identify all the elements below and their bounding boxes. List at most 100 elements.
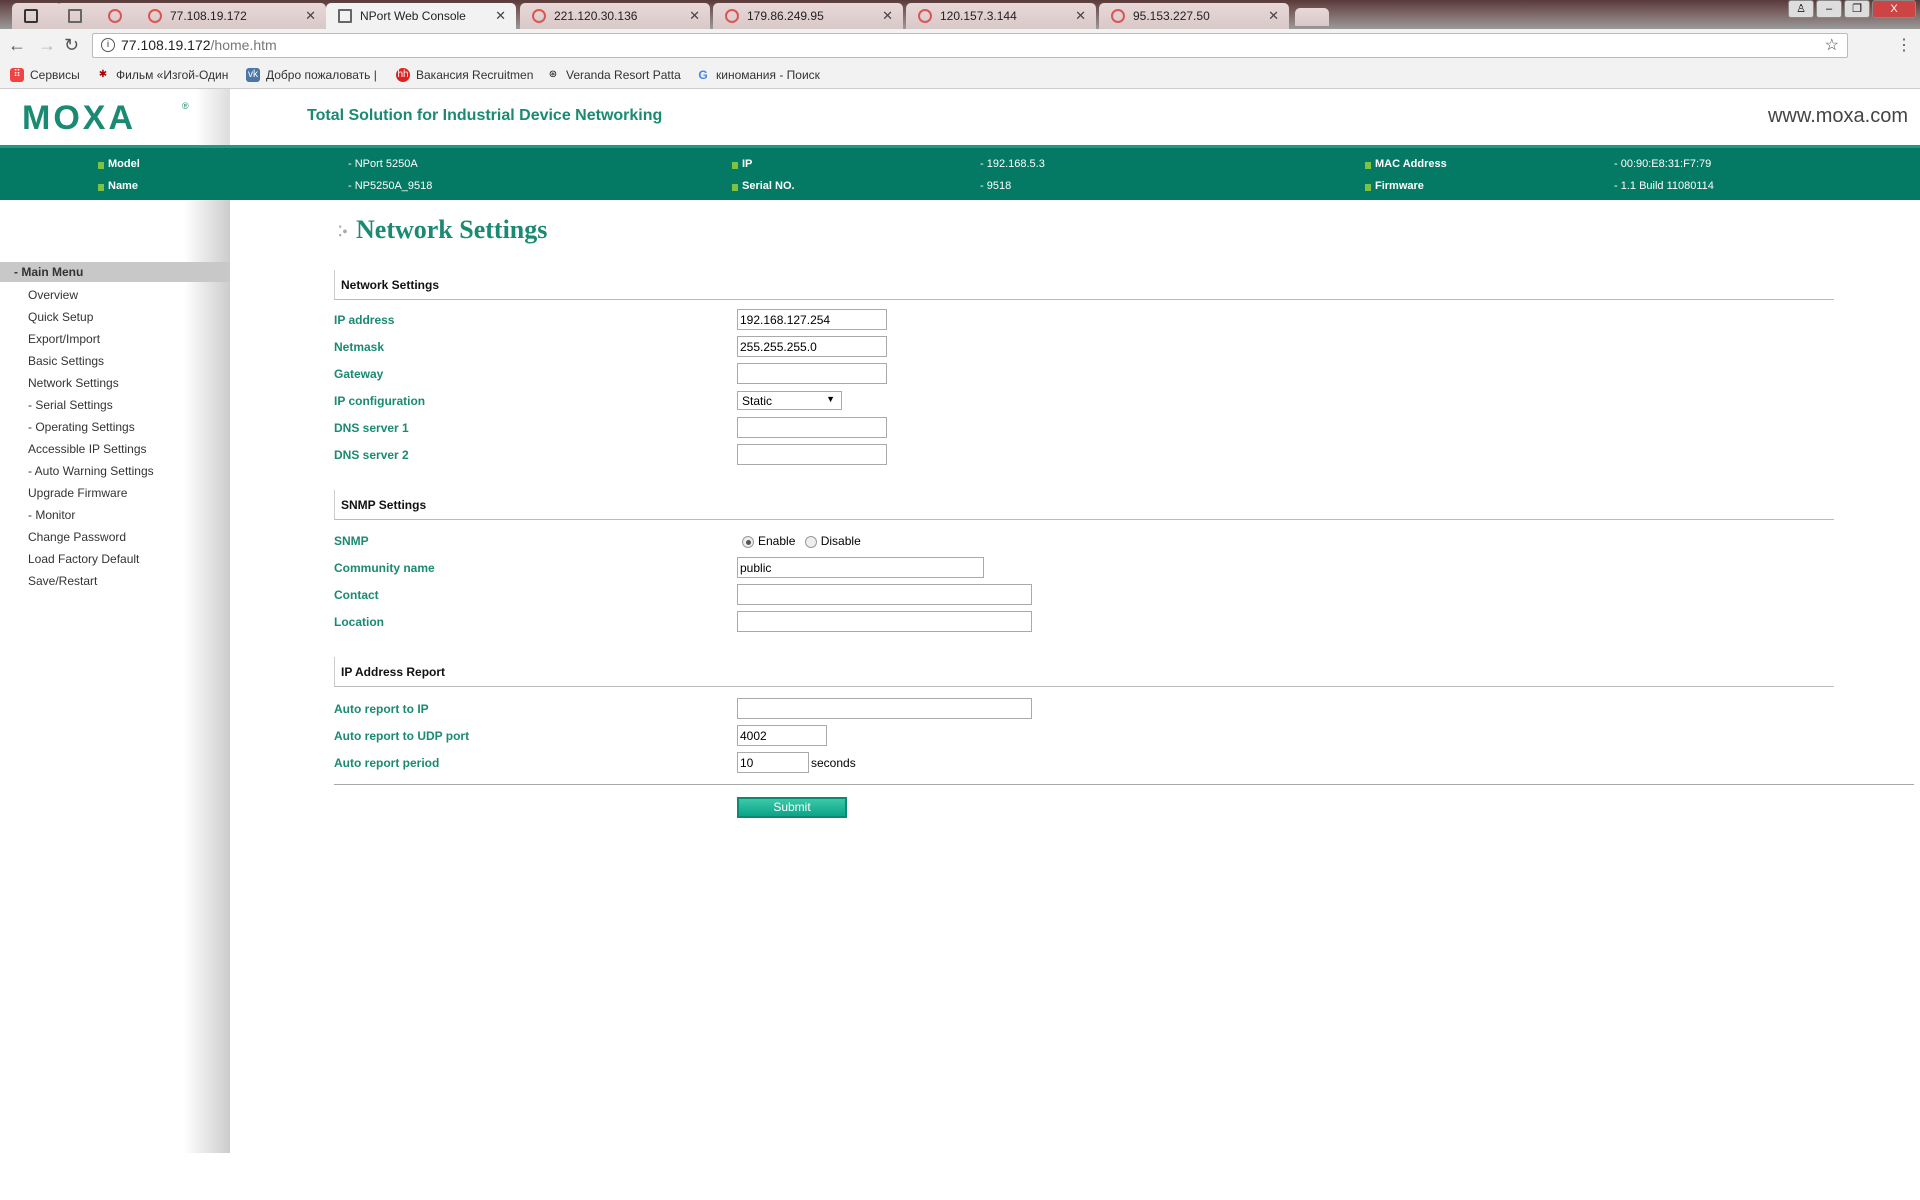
new-tab-button[interactable]: [1295, 8, 1329, 26]
community-name-label: Community name: [334, 561, 435, 575]
auto-report-period-input[interactable]: [737, 752, 809, 773]
model-value: - NPort 5250A: [348, 158, 418, 170]
bookmark-star-icon[interactable]: ☆: [1825, 35, 1839, 55]
contact-input[interactable]: [737, 584, 1032, 605]
tab[interactable]: 77.108.19.172 ✕: [136, 3, 326, 29]
sidebar-item[interactable]: - Auto Warning Settings: [28, 464, 154, 478]
bookmark[interactable]: ✱ Фильм «Изгой-Один: [96, 68, 229, 82]
sidebar-item[interactable]: Change Password: [28, 530, 126, 544]
tab[interactable]: 179.86.249.95 ✕: [713, 3, 903, 29]
close-tab-icon[interactable]: ✕: [1075, 8, 1086, 24]
device-info-band: Model - NPort 5250A Name - NP5250A_9518 …: [0, 145, 1920, 200]
sidebar-item[interactable]: - Operating Settings: [28, 420, 135, 434]
firmware-label: Firmware: [1365, 180, 1424, 192]
site-icon: [725, 9, 739, 23]
site-icon: [1111, 9, 1125, 23]
auto-report-ip-input[interactable]: [737, 698, 1032, 719]
tab-app[interactable]: [12, 3, 62, 29]
film-icon: ✱: [98, 69, 108, 80]
bookmark[interactable]: Gкиномания - Поиск: [696, 68, 820, 82]
sidebar-item[interactable]: Network Settings: [28, 376, 119, 390]
ip-value: - 192.168.5.3: [980, 158, 1045, 170]
sidebar-item[interactable]: Accessible IP Settings: [28, 442, 147, 456]
ip-configuration-label: IP configuration: [334, 394, 426, 408]
serial-label: Serial NO.: [732, 180, 795, 192]
snmp-label: SNMP: [334, 534, 369, 548]
sidebar-item[interactable]: - Serial Settings: [28, 398, 113, 412]
sidebar-item[interactable]: Save/Restart: [28, 574, 97, 588]
serial-value: - 9518: [980, 180, 1012, 192]
browser-tab-strip: 77.108.19.172 ✕ NPort Web Console ✕ 221.12…: [0, 0, 1920, 29]
page-icon: [338, 9, 352, 23]
location-label: Location: [334, 615, 384, 629]
bookmark[interactable]: hh Вакансия Recruitmen: [396, 68, 533, 82]
tab[interactable]: 120.157.3.144 ✕: [906, 3, 1096, 29]
site-icon: [148, 9, 162, 23]
dns-server-2-label: DNS server 2: [334, 448, 409, 462]
close-tab-icon[interactable]: ✕: [1268, 8, 1279, 24]
submit-button[interactable]: Submit: [737, 797, 847, 818]
address-bar[interactable]: i 77.108.19.172/home.htm ☆: [92, 33, 1848, 58]
close-window-icon[interactable]: X: [1872, 0, 1916, 18]
ip-configuration-select[interactable]: Static ▼: [737, 391, 842, 410]
main-menu-header[interactable]: - Main Menu: [0, 262, 230, 282]
bookmark[interactable]: ⊛ Veranda Resort Patta: [546, 68, 681, 82]
location-input[interactable]: [737, 611, 1032, 632]
dns-server-1-label: DNS server 1: [334, 421, 409, 435]
menu-icon[interactable]: ⋮: [1896, 35, 1912, 55]
sidebar-item[interactable]: - Monitor: [28, 508, 75, 522]
reload-icon[interactable]: ↻: [64, 35, 79, 56]
tab-active[interactable]: NPort Web Console ✕: [326, 3, 516, 29]
sidebar-item[interactable]: Quick Setup: [28, 310, 93, 324]
back-icon[interactable]: ←: [8, 35, 26, 56]
sidebar-item[interactable]: Load Factory Default: [28, 552, 139, 566]
close-tab-icon[interactable]: ✕: [882, 8, 893, 24]
browser-toolbar: ← → ↻ i 77.108.19.172/home.htm ☆ ⋮: [0, 29, 1920, 62]
vk-icon: vk: [246, 68, 260, 82]
sidebar-item[interactable]: Export/Import: [28, 332, 100, 346]
section-network-settings: Network Settings: [334, 270, 1834, 300]
website-link[interactable]: www.moxa.com: [1768, 105, 1908, 128]
gateway-input[interactable]: [737, 363, 887, 384]
close-tab-icon[interactable]: ✕: [495, 8, 506, 24]
tab[interactable]: 95.153.227.50 ✕: [1099, 3, 1289, 29]
netmask-input[interactable]: [737, 336, 887, 357]
auto-report-udp-input[interactable]: [737, 725, 827, 746]
dns-server-2-input[interactable]: [737, 444, 887, 465]
dns-server-1-input[interactable]: [737, 417, 887, 438]
page-icon: [68, 9, 82, 23]
netmask-label: Netmask: [334, 340, 385, 354]
restore-icon[interactable]: ❐: [1844, 0, 1870, 18]
minimize-icon[interactable]: –: [1816, 0, 1842, 18]
moxa-logo[interactable]: MOXA ®: [0, 89, 230, 145]
firmware-value: - 1.1 Build 11080114: [1614, 180, 1714, 192]
sidebar-item[interactable]: Overview: [28, 288, 78, 302]
snmp-disable-radio[interactable]: [804, 535, 817, 548]
gateway-label: Gateway: [334, 367, 384, 381]
close-tab-icon[interactable]: ✕: [305, 8, 316, 24]
tab[interactable]: 221.120.30.136 ✕: [520, 3, 710, 29]
bookmarks-bar: ⠿ Сервисы ✱ Фильм «Изгой-Один vk Добро пожа…: [0, 62, 1920, 89]
info-icon[interactable]: i: [101, 38, 115, 52]
bookmark[interactable]: vk Добро пожаловать |: [246, 68, 377, 82]
forward-icon[interactable]: →: [38, 35, 56, 56]
ip-address-label: IP address: [334, 313, 395, 327]
community-name-input[interactable]: [737, 557, 984, 578]
auto-report-udp-label: Auto report to UDP port: [334, 729, 470, 743]
ip-address-input[interactable]: [737, 309, 887, 330]
hh-icon: hh: [396, 68, 410, 82]
tripadvisor-icon: ⊛: [548, 69, 558, 80]
user-icon[interactable]: ♙: [1788, 0, 1814, 18]
sidebar-item[interactable]: Basic Settings: [28, 354, 104, 368]
site-icon: [532, 9, 546, 23]
page-header: MOXA ® Total Solution for Industrial Devi…: [0, 89, 1920, 145]
close-tab-icon[interactable]: ✕: [689, 8, 700, 24]
name-label: Name: [98, 180, 138, 192]
bookmark-apps[interactable]: ⠿ Сервисы: [10, 68, 80, 82]
apps-icon: ⠿: [10, 68, 24, 82]
divider: [334, 784, 1914, 785]
contact-label: Contact: [334, 588, 379, 602]
sidebar-item[interactable]: Upgrade Firmware: [28, 486, 127, 500]
snmp-enable-radio[interactable]: [742, 535, 754, 548]
page-title: ⁚• Network Settings: [338, 215, 548, 244]
